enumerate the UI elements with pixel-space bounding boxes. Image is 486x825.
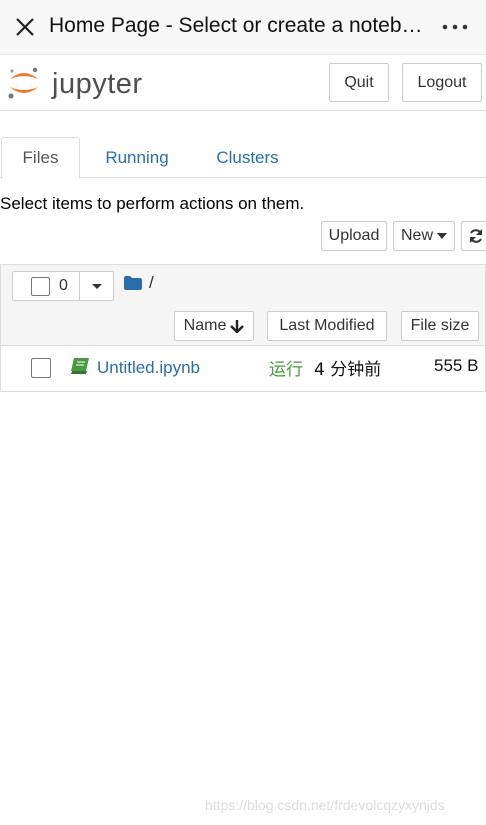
tab-running[interactable]: Running — [95, 137, 179, 178]
tab-files[interactable]: Files — [1, 137, 80, 179]
caret-down-icon[interactable] — [90, 279, 104, 293]
selected-count: 0 — [59, 277, 68, 294]
folder-icon[interactable] — [124, 276, 142, 290]
item-checkbox[interactable] — [31, 358, 51, 378]
new-button-label: New — [400, 227, 433, 244]
refresh-button[interactable] — [461, 221, 486, 251]
new-button[interactable]: New — [393, 221, 455, 251]
close-icon[interactable] — [14, 16, 36, 38]
file-size: 555 B — [434, 356, 479, 375]
selection-hint: Select items to perform actions on them. — [0, 194, 305, 213]
page-title: Home Page - Select or create a notebo... — [49, 14, 429, 37]
list-item[interactable]: Untitled.ipynb 运行 4 分钟前 555 B — [0, 346, 486, 392]
sort-by-modified-button[interactable]: Last Modified — [267, 311, 387, 341]
sort-by-name-button[interactable]: Name — [174, 311, 254, 341]
tab-bar: Files Running Clusters — [0, 137, 486, 179]
breadcrumb-path[interactable]: / — [149, 273, 154, 293]
more-vertical-icon[interactable] — [440, 16, 470, 38]
caret-down-icon — [437, 233, 447, 239]
file-list-header: 0 / Name Last Modified File size — [0, 264, 486, 346]
tab-clusters[interactable]: Clusters — [205, 137, 290, 178]
refresh-icon — [470, 229, 482, 243]
logo-text: jupyter — [52, 68, 143, 100]
name-column-label: Name — [183, 317, 227, 334]
arrow-down-icon — [230, 320, 245, 333]
quit-button[interactable]: Quit — [329, 63, 389, 102]
watermark: https://blog.csdn.net/frdevolcqzyxynjds — [205, 797, 445, 813]
sort-by-size-button[interactable]: File size — [401, 311, 479, 341]
jupyter-logo-icon — [8, 67, 38, 99]
running-status: 运行 — [269, 360, 303, 380]
last-modified: 4 分钟前 — [314, 360, 382, 380]
file-name-link[interactable]: Untitled.ipynb — [97, 358, 200, 378]
jupyter-logo[interactable]: jupyter — [6, 63, 156, 103]
notebook-icon — [71, 358, 89, 374]
divider — [79, 272, 80, 300]
select-all-control: 0 — [12, 271, 114, 301]
app-bar: Home Page - Select or create a notebo... — [0, 0, 486, 55]
upload-button[interactable]: Upload — [321, 221, 387, 251]
logout-button[interactable]: Logout — [402, 63, 482, 102]
jupyter-header: jupyter Quit Logout — [0, 56, 486, 111]
select-all-checkbox[interactable] — [31, 277, 50, 296]
